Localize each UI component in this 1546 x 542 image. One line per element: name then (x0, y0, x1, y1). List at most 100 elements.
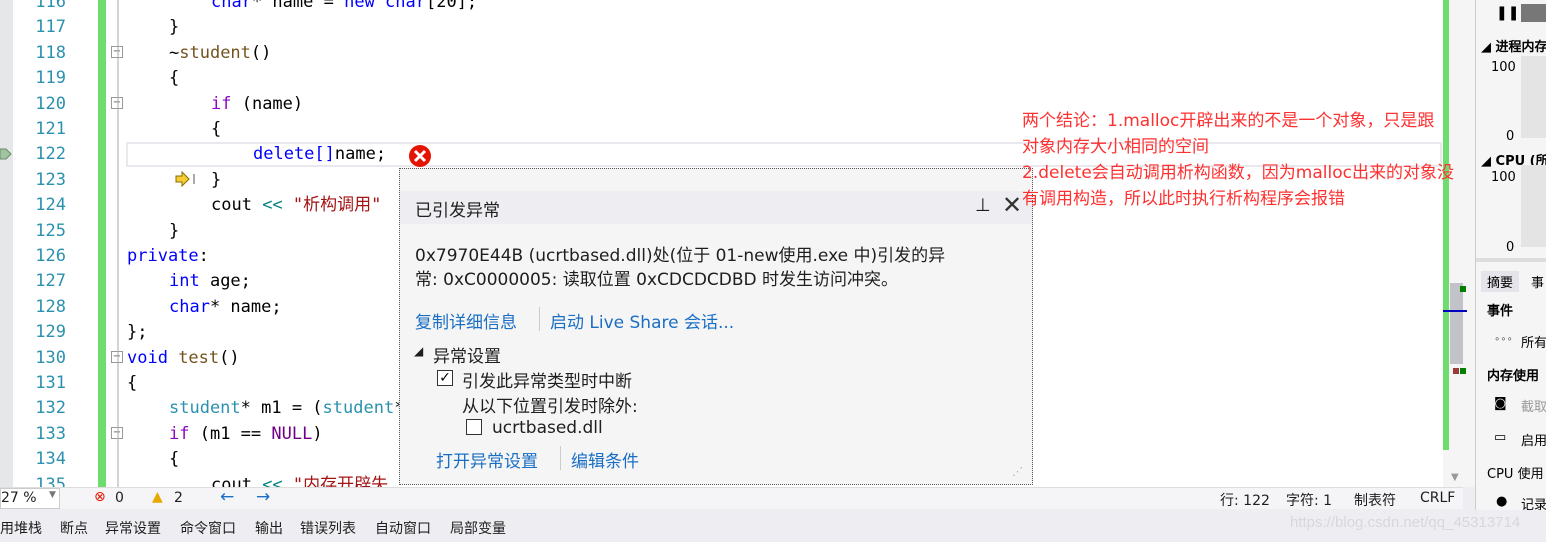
warning-count-icon[interactable]: ▲ (152, 489, 163, 505)
code-line[interactable]: if (m1 == NULL) (169, 422, 323, 447)
memory-graph (1521, 56, 1546, 138)
vertical-scrollbar[interactable]: ▼ (1443, 0, 1475, 487)
link-divider (539, 307, 540, 331)
tab-summary[interactable]: 摘要 (1481, 271, 1520, 292)
code-line[interactable]: } (169, 219, 179, 244)
code-token: ~ (169, 42, 180, 63)
code-line[interactable]: void test() (127, 346, 240, 371)
memory-min: 0 (1506, 129, 1515, 144)
code-line[interactable]: ~student() (169, 41, 271, 66)
edit-conditions-link[interactable]: 编辑条件 (571, 447, 639, 472)
change-tracking-bar (98, 0, 106, 487)
code-token: char (211, 0, 252, 12)
scrollbar-thumb[interactable] (1450, 283, 1463, 364)
tab-autos[interactable]: 自动窗口 (375, 518, 431, 538)
caret-marker (1443, 310, 1467, 312)
note-line: 2.delete会自动调用析构函数，因为malloc出来的对象没 (1022, 163, 1454, 183)
code-line[interactable]: } (211, 168, 221, 193)
code-line[interactable]: }; (127, 320, 147, 345)
code-line[interactable]: { (169, 447, 179, 472)
break-on-exception-checkbox[interactable]: ✓ (437, 370, 453, 386)
tab-output[interactable]: 输出 (255, 518, 283, 538)
resize-grip-icon[interactable]: ⋰ (1012, 465, 1023, 478)
tab-command-window[interactable]: 命令窗口 (180, 518, 236, 538)
enable-button[interactable]: 启用 (1521, 430, 1546, 449)
code-line[interactable]: { (211, 117, 221, 142)
cpu-min: 0 (1506, 240, 1515, 255)
tab-call-stack[interactable]: 用堆栈 (0, 518, 42, 538)
all-events-link[interactable]: 所有 (1521, 332, 1546, 351)
code-token: cout (211, 474, 263, 487)
code-token: () (219, 347, 240, 368)
code-token: "析构调用" (282, 195, 382, 216)
code-line[interactable]: student* m1 = (student* (169, 396, 404, 421)
pause-icon[interactable]: ❚❚ (1496, 5, 1519, 21)
ucrtbased-checkbox[interactable] (466, 419, 482, 435)
next-issue-icon[interactable]: → (256, 487, 270, 507)
code-token: } (169, 17, 180, 38)
chevron-down-icon: ▼ (49, 490, 56, 500)
snapshot-button[interactable]: 截取 (1521, 396, 1546, 415)
error-icon (409, 145, 431, 167)
tab-breakpoints[interactable]: 断点 (60, 518, 88, 538)
tab-error-list[interactable]: 错误列表 (300, 518, 356, 538)
code-token: (name) (231, 93, 304, 114)
code-token: }; (127, 322, 148, 343)
fold-lines (117, 0, 119, 487)
pin-icon[interactable]: ⊥ (975, 195, 991, 216)
code-line[interactable]: cout << "析构调用" (211, 193, 381, 218)
note-line: 有调用构造，所以此时执行析构程序会报错 (1022, 189, 1345, 209)
code-line[interactable]: cout << "内存开辟失 (211, 473, 388, 487)
cpu-usage-heading: CPU 使用 (1487, 467, 1544, 482)
code-line[interactable]: { (127, 371, 137, 396)
code-token: : (198, 246, 209, 266)
code-token: ) (312, 423, 323, 444)
zoom-value: 27 % (1, 490, 37, 506)
indicator-margin (0, 0, 13, 487)
tab-locals[interactable]: 局部变量 (450, 518, 506, 538)
line-number: 125 (35, 220, 66, 241)
char-indicator: 字符: 1 (1286, 493, 1333, 509)
line-number: 128 (35, 296, 66, 317)
code-token: { (169, 68, 180, 89)
code-token: << (262, 195, 283, 216)
code-line[interactable]: if (name) (211, 92, 303, 117)
current-statement-icon (0, 148, 12, 160)
code-line[interactable]: private: (127, 244, 209, 269)
code-line[interactable]: delete[]name; (253, 142, 386, 167)
code-token: char (169, 296, 210, 317)
tab-mode-indicator[interactable]: 制表符 (1354, 490, 1396, 510)
code-token: if (211, 93, 232, 114)
line-number: 126 (35, 246, 66, 266)
collapse-triangle-icon[interactable]: ◢ (414, 344, 423, 358)
code-line[interactable]: char* name = new char[20]; (211, 0, 477, 15)
live-share-link[interactable]: 启动 Live Share 会话... (550, 308, 734, 333)
code-line[interactable]: { (169, 66, 179, 91)
line-ending-indicator[interactable]: CRLF (1420, 490, 1455, 506)
code-line[interactable]: char* name; (169, 295, 282, 320)
code-token: * m1 = ( (240, 398, 323, 419)
open-exception-settings-link[interactable]: 打开异常设置 (436, 447, 538, 472)
diagnostic-tools-panel: ❚❚ ◢ 进程内存 100 0 ◢ CPU (所 100 0 摘要 事 事件 ∘… (1475, 0, 1546, 510)
zoom-dropdown[interactable]: 27 % ▼ (0, 488, 60, 509)
code-line[interactable]: int age; (169, 269, 251, 294)
line-number: 123 (35, 169, 66, 190)
code-token: char (374, 0, 426, 12)
change-map (1443, 0, 1449, 450)
error-count[interactable]: 0 (115, 490, 124, 506)
line-number: 129 (35, 322, 66, 343)
tab-exception-settings[interactable]: 异常设置 (105, 518, 161, 538)
record-button[interactable]: 记录 (1521, 494, 1546, 510)
code-token: delete[] (253, 144, 335, 165)
code-token: if (169, 423, 190, 444)
copy-details-link[interactable]: 复制详细信息 (415, 308, 517, 333)
code-token: { (211, 119, 222, 139)
code-line[interactable]: } (169, 15, 179, 40)
close-icon[interactable]: ✕ (1002, 191, 1022, 219)
warning-count[interactable]: 2 (174, 490, 183, 506)
tab-events[interactable]: 事 (1531, 272, 1544, 291)
previous-issue-icon[interactable]: ← (220, 487, 234, 507)
error-count-icon[interactable]: ⊗ (94, 489, 106, 505)
line-number: 121 (35, 119, 66, 139)
scroll-down-icon[interactable]: ▼ (1451, 472, 1459, 483)
